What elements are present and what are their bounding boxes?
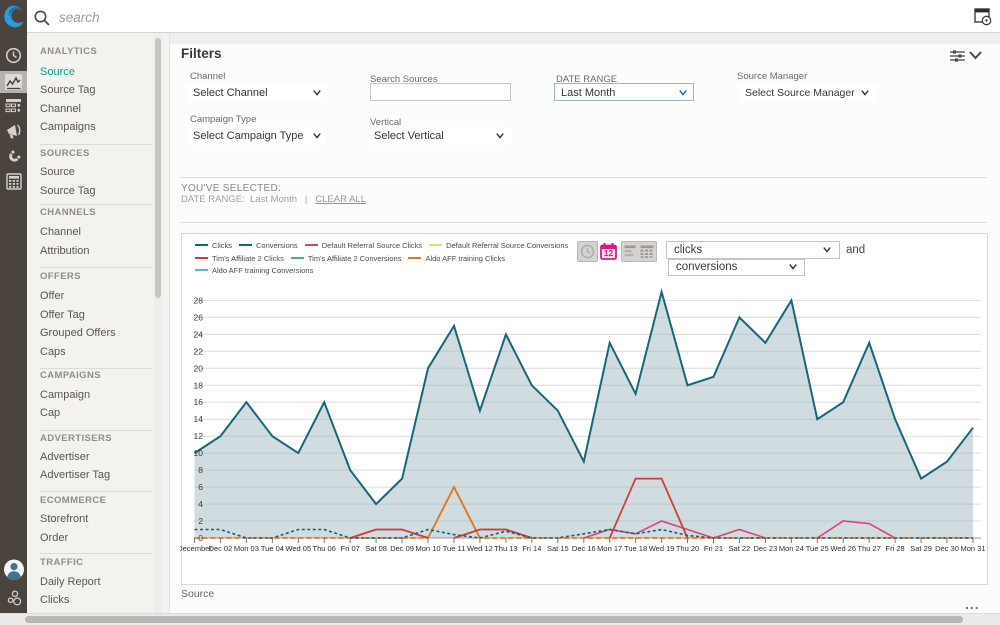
svg-text:December: December (180, 544, 212, 553)
svg-text:18: 18 (194, 380, 204, 390)
svg-text:Mon 31: Mon 31 (960, 544, 985, 553)
svg-text:2: 2 (198, 516, 203, 526)
svg-text:6: 6 (198, 482, 203, 492)
svg-text:Thu 20: Thu 20 (676, 544, 699, 553)
svg-text:Mon 10: Mon 10 (415, 544, 440, 553)
svg-text:Mon 17: Mon 17 (597, 544, 622, 553)
svg-text:Thu 27: Thu 27 (858, 544, 881, 553)
svg-text:8: 8 (198, 465, 203, 475)
svg-text:Mon 24: Mon 24 (779, 544, 804, 553)
svg-text:10: 10 (194, 448, 204, 458)
svg-text:Wed 26: Wed 26 (830, 544, 856, 553)
svg-text:Tue 25: Tue 25 (806, 544, 829, 553)
svg-text:Wed 05: Wed 05 (285, 544, 311, 553)
svg-text:Sat 22: Sat 22 (729, 544, 751, 553)
svg-text:Dec 02: Dec 02 (209, 544, 233, 553)
svg-text:Dec 16: Dec 16 (572, 544, 596, 553)
svg-text:12: 12 (604, 248, 614, 258)
svg-text:Sat 15: Sat 15 (547, 544, 569, 553)
svg-text:Tue 11: Tue 11 (443, 544, 466, 553)
svg-text:Fri 21: Fri 21 (704, 544, 723, 553)
svg-text:Fri 28: Fri 28 (886, 544, 905, 553)
svg-text:Dec 30: Dec 30 (935, 544, 959, 553)
svg-text:22: 22 (194, 346, 204, 356)
svg-text:Thu 06: Thu 06 (313, 544, 336, 553)
svg-text:Fri 14: Fri 14 (522, 544, 541, 553)
svg-text:Dec 09: Dec 09 (390, 544, 414, 553)
svg-text:Sat 29: Sat 29 (910, 544, 932, 553)
svg-text:Wed 19: Wed 19 (649, 544, 675, 553)
svg-text:Wed 12: Wed 12 (467, 544, 493, 553)
svg-text:Sat 08: Sat 08 (365, 544, 387, 553)
svg-text:28: 28 (194, 295, 204, 305)
svg-text:12: 12 (194, 431, 204, 441)
svg-text:0: 0 (198, 533, 203, 543)
svg-text:Tue 18: Tue 18 (624, 544, 647, 553)
svg-text:Tue 04: Tue 04 (261, 544, 284, 553)
svg-text:Mon 03: Mon 03 (234, 544, 259, 553)
svg-text:20: 20 (194, 363, 204, 373)
svg-text:24: 24 (194, 329, 204, 339)
svg-text:4: 4 (198, 499, 203, 509)
svg-text:Dec 23: Dec 23 (754, 544, 778, 553)
svg-text:26: 26 (194, 312, 204, 322)
svg-text:Thu 13: Thu 13 (494, 544, 517, 553)
svg-text:14: 14 (194, 414, 204, 424)
svg-text:Fri 07: Fri 07 (341, 544, 360, 553)
svg-text:16: 16 (194, 397, 204, 407)
